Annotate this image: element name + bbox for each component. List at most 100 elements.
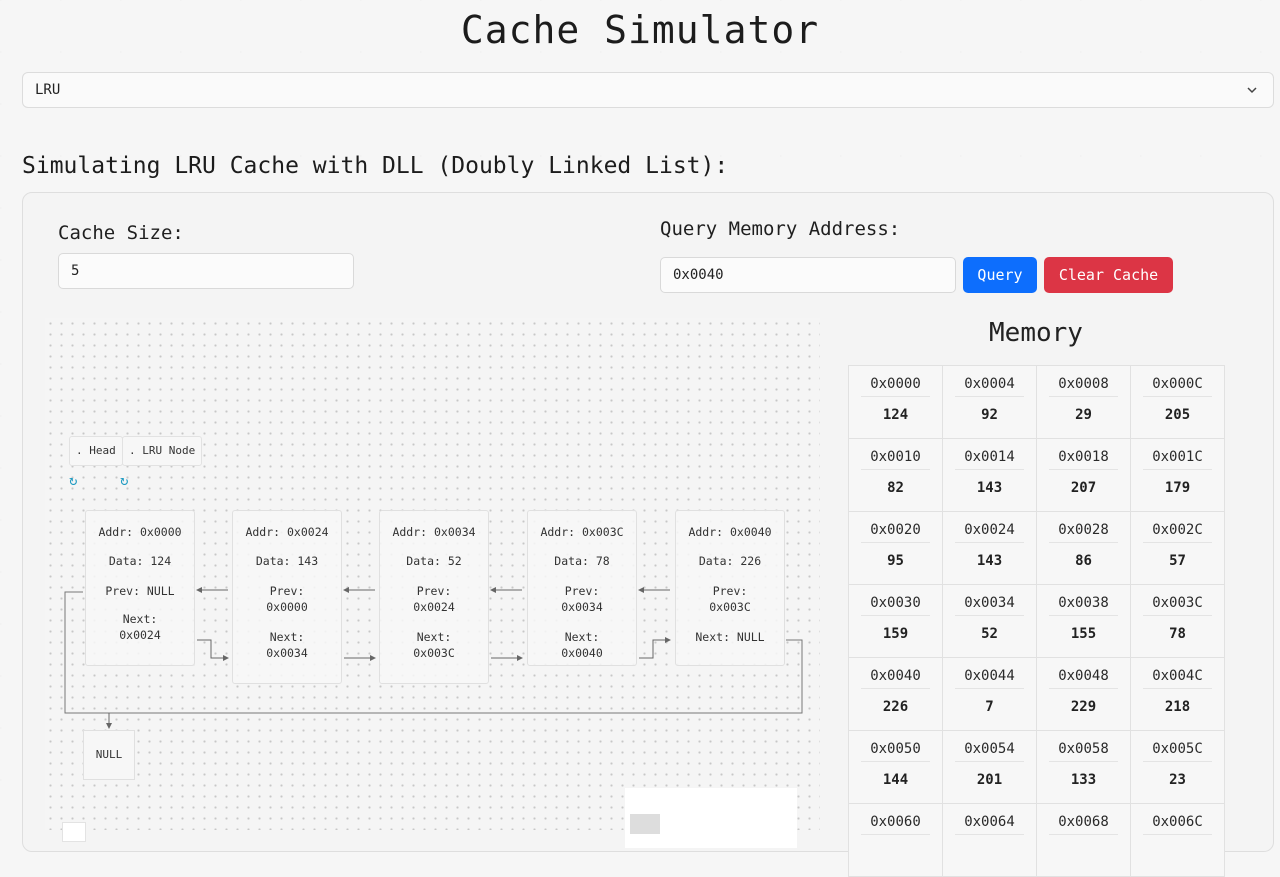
memory-value: 229 [1070, 699, 1097, 715]
memory-address: 0x0050 [861, 741, 930, 762]
policy-select-value: LRU [35, 82, 61, 98]
memory-cell: 0x003C 78 [1131, 585, 1225, 658]
node-prev-label: Prev: [416, 584, 452, 598]
linked-list-canvas: . Head . LRU Node ↻ ↻ Addr: 0x0000 Data:… [45, 318, 820, 848]
list-node: Addr: 0x0034 Data: 52 Prev: 0x0024 Next:… [379, 510, 489, 684]
memory-cell: 0x0004 92 [943, 366, 1037, 439]
list-node: Addr: 0x0000 Data: 124 Prev: NULL Next: … [85, 510, 195, 666]
memory-grid: 0x0000 124 0x0004 92 0x0008 29 0x000C 205 0x0010… [848, 365, 1225, 877]
memory-address: 0x0010 [861, 449, 930, 470]
memory-address: 0x0048 [1049, 668, 1118, 689]
node-data: Data: 226 [698, 554, 762, 568]
node-next-label: Next: [416, 630, 452, 644]
memory-value: 124 [882, 407, 909, 423]
node-addr: Addr: 0x0034 [392, 525, 476, 539]
memory-value: 159 [882, 626, 909, 642]
memory-value: 207 [1070, 480, 1097, 496]
memory-value: 86 [1075, 553, 1092, 569]
node-data: Data: 124 [108, 554, 172, 568]
memory-value: 218 [1164, 699, 1191, 715]
memory-cell: 0x005C 23 [1131, 731, 1225, 804]
node-next-label: Next: [122, 612, 158, 626]
memory-address: 0x0068 [1049, 814, 1118, 835]
node-addr: Addr: 0x003C [540, 525, 624, 539]
node-addr: Addr: 0x0000 [98, 525, 182, 539]
minimap-toggle[interactable] [62, 822, 86, 842]
memory-cell: 0x0050 144 [849, 731, 943, 804]
list-node: Addr: 0x0040 Data: 226 Prev: 0x003C Next… [675, 510, 785, 666]
memory-address: 0x003C [1143, 595, 1212, 616]
node-next-value: 0x0040 [561, 646, 603, 660]
memory-value: 133 [1070, 772, 1097, 788]
memory-cell: 0x0018 207 [1037, 439, 1131, 512]
memory-cell: 0x0030 159 [849, 585, 943, 658]
node-next-value: 0x0034 [266, 646, 308, 660]
memory-cell: 0x0064 [943, 804, 1037, 877]
memory-address: 0x0024 [955, 522, 1024, 543]
memory-address: 0x0028 [1049, 522, 1118, 543]
memory-cell: 0x0044 7 [943, 658, 1037, 731]
cache-size-label: Cache Size: [58, 222, 184, 244]
chevron-down-icon [1247, 87, 1257, 94]
policy-select[interactable]: LRU [22, 72, 1274, 108]
node-data: Data: 52 [406, 554, 462, 568]
node-prev-value: 0x003C [709, 600, 751, 614]
head-tag: . Head [69, 436, 123, 466]
query-address-label: Query Memory Address: [660, 218, 901, 240]
memory-address: 0x0040 [861, 668, 930, 689]
node-next-label: Next: [564, 630, 600, 644]
query-button[interactable]: Query [963, 257, 1037, 293]
memory-value: 179 [1164, 480, 1191, 496]
memory-address: 0x0020 [861, 522, 930, 543]
memory-cell: 0x0000 124 [849, 366, 943, 439]
memory-address: 0x0044 [955, 668, 1024, 689]
memory-value: 155 [1070, 626, 1097, 642]
memory-address: 0x0060 [861, 814, 930, 835]
node-next-value: 0x0024 [119, 628, 161, 642]
node-data: Data: 78 [554, 554, 610, 568]
node-prev-value: 0x0000 [266, 600, 308, 614]
memory-cell: 0x0034 52 [943, 585, 1037, 658]
memory-address: 0x000C [1143, 376, 1212, 397]
node-prev-label: Prev: [712, 584, 748, 598]
memory-cell: 0x0054 201 [943, 731, 1037, 804]
memory-cell: 0x002C 57 [1131, 512, 1225, 585]
node-addr: Addr: 0x0024 [245, 525, 329, 539]
memory-value: 29 [1075, 407, 1092, 423]
memory-cell: 0x0058 133 [1037, 731, 1131, 804]
memory-value: 7 [985, 699, 994, 715]
minimap-viewport[interactable] [630, 814, 660, 834]
simulation-heading: Simulating LRU Cache with DLL (Doubly Li… [22, 153, 729, 179]
memory-cell: 0x0014 143 [943, 439, 1037, 512]
memory-title: Memory [989, 318, 1083, 348]
memory-address: 0x0054 [955, 741, 1024, 762]
memory-value: 78 [1169, 626, 1186, 642]
memory-address: 0x0034 [955, 595, 1024, 616]
memory-value: 57 [1169, 553, 1186, 569]
memory-value: 52 [981, 626, 998, 642]
memory-cell: 0x0038 155 [1037, 585, 1131, 658]
clear-cache-button[interactable]: Clear Cache [1044, 257, 1173, 293]
node-prev-label: Prev: [564, 584, 600, 598]
query-address-input[interactable]: 0x0040 [660, 257, 956, 293]
head-pointer-icon: ↻ [69, 473, 78, 489]
memory-address: 0x004C [1143, 668, 1212, 689]
memory-address: 0x0000 [861, 376, 930, 397]
memory-value: 205 [1164, 407, 1191, 423]
memory-value: 201 [976, 772, 1003, 788]
node-next-label: Next: [269, 630, 305, 644]
memory-cell: 0x004C 218 [1131, 658, 1225, 731]
node-data: Data: 143 [255, 554, 319, 568]
cache-size-input[interactable]: 5 [58, 253, 354, 289]
memory-value: 143 [976, 553, 1003, 569]
node-next-value: 0x003C [413, 646, 455, 660]
memory-value: 143 [976, 480, 1003, 496]
memory-cell: 0x0068 [1037, 804, 1131, 877]
memory-cell: 0x000C 205 [1131, 366, 1225, 439]
memory-value: 23 [1169, 772, 1186, 788]
page-title: Cache Simulator [460, 8, 820, 52]
memory-cell: 0x006C [1131, 804, 1225, 877]
memory-cell: 0x0020 95 [849, 512, 943, 585]
node-addr: Addr: 0x0040 [688, 525, 772, 539]
null-node: NULL [83, 730, 135, 780]
